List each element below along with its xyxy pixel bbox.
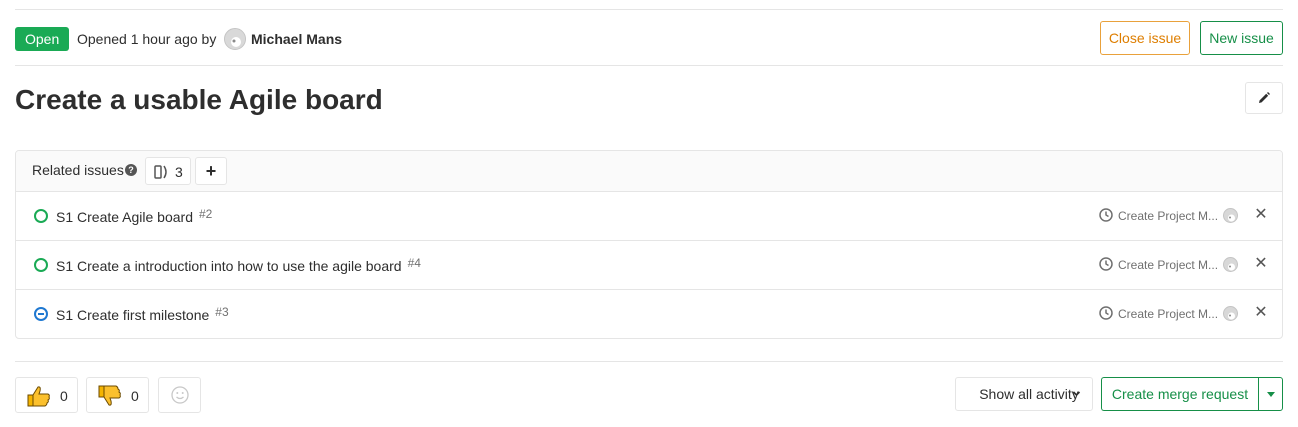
top-divider bbox=[15, 9, 1283, 10]
header-divider bbox=[15, 65, 1283, 66]
author-name-link[interactable]: Michael Mans bbox=[251, 31, 342, 47]
issue-open-icon bbox=[34, 258, 48, 272]
close-issue-button[interactable]: Close issue bbox=[1100, 21, 1190, 55]
thumbs-down-button[interactable]: 0 bbox=[86, 377, 149, 413]
avatar-image-icon bbox=[225, 29, 245, 49]
edit-title-button[interactable] bbox=[1245, 82, 1283, 114]
avatar-image-icon bbox=[1228, 312, 1235, 320]
opened-meta: Opened 1 hour ago by bbox=[77, 31, 217, 47]
thumbs-down-icon bbox=[98, 385, 121, 406]
issues-icon bbox=[154, 165, 167, 179]
new-issue-button[interactable]: New issue bbox=[1200, 21, 1283, 55]
issue-open-icon bbox=[34, 209, 48, 223]
chevron-down-icon bbox=[1072, 391, 1081, 397]
thumbs-up-button[interactable]: 0 bbox=[15, 377, 78, 413]
add-reaction-button[interactable] bbox=[158, 377, 201, 413]
related-issue-row[interactable]: S1 Create first milestone #3 Create Proje… bbox=[16, 290, 1282, 338]
related-issues-count-badge: 3 bbox=[145, 157, 191, 185]
issue-reference: #4 bbox=[407, 256, 421, 270]
remove-related-issue-button[interactable]: ✕ bbox=[1253, 207, 1269, 223]
related-issues-label: Related issues bbox=[32, 162, 124, 178]
smiley-icon bbox=[170, 386, 189, 404]
caret-down-icon bbox=[1267, 392, 1275, 397]
thumbs-up-icon bbox=[27, 386, 50, 407]
related-issue-row[interactable]: S1 Create Agile board #2 Create Project M… bbox=[16, 192, 1282, 241]
thumbs-down-count: 0 bbox=[131, 388, 139, 404]
milestone-label: Create Project M... bbox=[1118, 258, 1219, 272]
related-issue-link[interactable]: S1 Create a introduction into how to use… bbox=[56, 256, 421, 275]
issue-reference: #2 bbox=[198, 207, 213, 221]
question-icon[interactable]: ? bbox=[125, 164, 137, 176]
status-badge: Open bbox=[15, 27, 70, 51]
assignee-avatar[interactable] bbox=[1223, 306, 1238, 321]
milestone-label: Create Project M... bbox=[1118, 209, 1219, 223]
issue-title: Create a usable Agile board bbox=[15, 84, 383, 115]
remove-related-issue-button[interactable]: ✕ bbox=[1253, 256, 1269, 272]
avatar-image-icon bbox=[1228, 263, 1235, 271]
issue-reference: #3 bbox=[215, 305, 229, 319]
create-merge-request-button[interactable]: Create merge request bbox=[1101, 377, 1258, 411]
assignee-avatar[interactable] bbox=[1223, 257, 1238, 272]
related-issue-link[interactable]: S1 Create Agile board #2 bbox=[56, 207, 213, 226]
footer-divider bbox=[15, 361, 1283, 362]
related-issues-header: Related issues ? 3 + bbox=[16, 151, 1282, 192]
related-issues-card: Related issues ? 3 + S1 Create Agile boa… bbox=[15, 150, 1283, 339]
pencil-icon bbox=[1259, 92, 1270, 103]
clock-icon bbox=[1099, 306, 1113, 320]
clock-icon bbox=[1099, 257, 1113, 271]
merge-request-dropdown-toggle[interactable] bbox=[1258, 377, 1283, 411]
activity-filter-dropdown[interactable]: Show all activity bbox=[955, 377, 1093, 411]
related-issue-row[interactable]: S1 Create a introduction into how to use… bbox=[16, 241, 1282, 290]
issue-closed-icon bbox=[34, 307, 48, 321]
milestone-label: Create Project M... bbox=[1118, 307, 1219, 321]
author-avatar[interactable] bbox=[224, 28, 246, 50]
activity-filter-label: Show all activity bbox=[979, 386, 1079, 402]
avatar-image-icon bbox=[1228, 214, 1235, 222]
thumbs-up-count: 0 bbox=[60, 388, 68, 404]
related-issue-link[interactable]: S1 Create first milestone #3 bbox=[56, 305, 229, 324]
assignee-avatar[interactable] bbox=[1223, 208, 1238, 223]
related-issues-count: 3 bbox=[175, 164, 183, 180]
remove-related-issue-button[interactable]: ✕ bbox=[1253, 305, 1269, 321]
add-related-issue-button[interactable]: + bbox=[195, 157, 227, 185]
clock-icon bbox=[1099, 208, 1113, 222]
